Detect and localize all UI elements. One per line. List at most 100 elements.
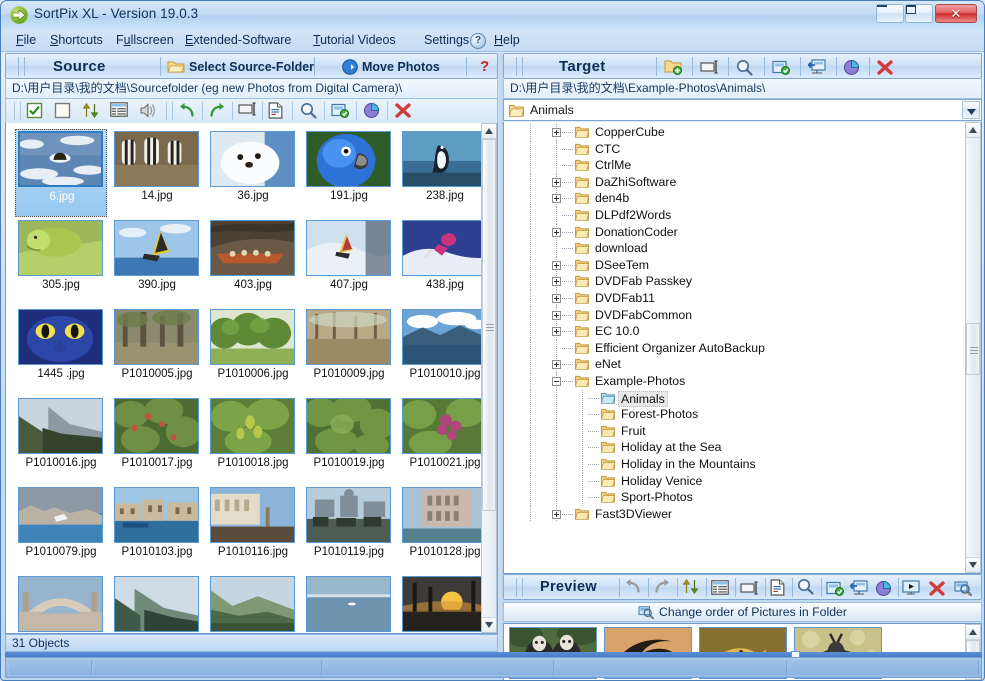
search-icon[interactable] (300, 102, 320, 121)
source-thumbnail-grid[interactable]: 6.jpg 14.jpg 36.jpg 191.jpg 238.jpg 305.… (6, 123, 497, 633)
thumbnail-item[interactable]: 407.jpg (303, 218, 395, 306)
tree-item-label[interactable]: download (592, 241, 651, 255)
change-order-icon[interactable] (954, 580, 974, 599)
search-icon[interactable] (736, 59, 756, 78)
chevron-down-icon[interactable] (962, 101, 980, 119)
expand-icon[interactable] (552, 509, 561, 519)
tree-item-label[interactable]: den4b (592, 191, 632, 205)
new-folder-icon[interactable] (664, 58, 684, 77)
rename-icon[interactable] (740, 581, 760, 600)
redo-icon[interactable] (653, 578, 673, 597)
tree-item-label[interactable]: DSeeTem (592, 258, 652, 272)
delete-icon[interactable] (394, 102, 414, 121)
tree-item[interactable]: den4b (504, 190, 981, 207)
close-button[interactable]: ✕ (935, 4, 977, 23)
tree-item-label[interactable]: EC 10.0 (592, 324, 642, 338)
thumbnail-item[interactable]: P1010009.jpg (303, 307, 395, 395)
pie-stats-icon[interactable] (843, 59, 863, 78)
tree-item-label[interactable]: Fast3DViewer (592, 507, 675, 521)
change-order-bar[interactable]: Change order of Pictures in Folder (503, 602, 982, 622)
slideshow-sound-icon[interactable] (139, 102, 159, 121)
scroll-down-arrow[interactable] (966, 557, 980, 572)
tree-item[interactable]: DVDFab11 (504, 290, 981, 307)
menu-file[interactable]: File (9, 31, 43, 49)
delete-icon[interactable] (928, 580, 948, 599)
tree-item[interactable]: Holiday Venice (504, 472, 981, 490)
tree-item-label[interactable]: eNet (592, 357, 624, 371)
thumbnail-item[interactable]: P1010005.jpg (111, 307, 203, 395)
copy-to-icon[interactable] (826, 580, 846, 599)
expand-icon[interactable] (552, 360, 561, 370)
thumbnail-item[interactable]: 238.jpg (399, 129, 491, 217)
help-circle-icon[interactable]: ? (470, 33, 486, 49)
tree-item[interactable]: Forest-Photos (504, 406, 981, 423)
tree-item-label[interactable]: CtrlMe (592, 158, 634, 172)
tree-item[interactable]: CtrlMe (504, 157, 981, 174)
tree-item-label[interactable]: CTC (592, 142, 623, 156)
thumbnail-item[interactable]: 403.jpg (207, 218, 299, 306)
scroll-up-arrow[interactable] (482, 124, 496, 139)
expand-icon[interactable] (552, 294, 561, 303)
select-source-folder-button[interactable]: Select Source-Folder (189, 58, 314, 76)
menu-help[interactable]: Help (487, 31, 527, 49)
tree-item-label[interactable]: CopperCube (592, 125, 668, 139)
delete-icon[interactable] (876, 59, 896, 78)
thumbnail-item[interactable]: P1010103.jpg (111, 485, 203, 573)
thumbnail-item[interactable]: P1010019.jpg (303, 396, 395, 484)
thumbnail-item[interactable]: P1010006.jpg (207, 307, 299, 395)
expand-icon[interactable] (552, 327, 561, 337)
tree-item-label[interactable]: Forest-Photos (618, 407, 701, 421)
menu-extended-software[interactable]: Extended-Software (178, 31, 298, 49)
thumbnail-item[interactable]: P1010018.jpg (207, 396, 299, 484)
thumbnail-item[interactable]: P1010017.jpg (111, 396, 203, 484)
tree-item[interactable]: download (504, 240, 981, 257)
thumbnail-item[interactable]: 305.jpg (15, 218, 107, 306)
tree-item-label[interactable]: Efficient Organizer AutoBackup (592, 341, 768, 355)
thumbnail-item[interactable] (303, 574, 395, 633)
thumbnail-item[interactable]: 1445 .jpg (15, 307, 107, 395)
expand-icon[interactable] (552, 128, 561, 137)
expand-icon[interactable] (552, 277, 561, 287)
tree-item[interactable]: Holiday in the Mountains (504, 456, 981, 473)
undo-icon[interactable] (624, 578, 644, 597)
expand-icon[interactable] (552, 177, 561, 187)
expand-icon[interactable] (552, 310, 561, 320)
tree-item[interactable]: Sport-Photos (504, 489, 981, 506)
tree-item-label[interactable]: DLPdf2Words (592, 208, 674, 222)
thumbnail-item[interactable] (207, 574, 299, 633)
thumbnail-item[interactable]: 390.jpg (111, 218, 203, 306)
tree-item[interactable]: CTC (504, 140, 981, 158)
thumbnail-item[interactable]: 36.jpg (207, 129, 299, 217)
details-view-icon[interactable] (110, 102, 130, 121)
tree-item[interactable]: Holiday at the Sea (504, 439, 981, 456)
tree-item-label[interactable]: Holiday at the Sea (618, 440, 725, 454)
thumbnail-item[interactable]: P1010079.jpg (15, 485, 107, 573)
tree-item[interactable]: Example-Photos (504, 373, 981, 390)
select-all-checkbox-icon[interactable] (26, 102, 46, 121)
move-photos-icon[interactable] (342, 59, 362, 78)
expand-icon[interactable] (552, 227, 561, 237)
deselect-all-icon[interactable] (54, 102, 74, 121)
copy-to-icon[interactable] (772, 59, 792, 78)
thumbnail-item[interactable] (399, 574, 491, 633)
menu-tutorial-videos[interactable]: Tutorial Videos (306, 31, 403, 49)
tree-item[interactable]: CopperCube (504, 124, 981, 141)
menu-settings[interactable]: Settings (417, 31, 476, 49)
thumbnail-item[interactable]: P1010010.jpg (399, 307, 491, 395)
thumbnail-item[interactable]: 6.jpg (15, 129, 107, 217)
thumbnail-item[interactable]: 14.jpg (111, 129, 203, 217)
tree-item-label[interactable]: Holiday in the Mountains (618, 457, 759, 471)
thumbnail-item[interactable]: P1010021.jpg (399, 396, 491, 484)
redo-icon[interactable] (208, 102, 228, 121)
tree-item-label[interactable]: DaZhiSoftware (592, 175, 679, 189)
tree-item-label[interactable]: DVDFab11 (592, 291, 658, 305)
move-back-icon[interactable] (807, 59, 828, 78)
pie-stats-icon[interactable] (363, 102, 383, 121)
tree-item[interactable]: Efficient Organizer AutoBackup (504, 339, 981, 357)
tree-item-label[interactable]: Holiday Venice (618, 474, 705, 488)
menu-fullscreen[interactable]: Fullscreen (109, 31, 181, 49)
thumbnail-item[interactable]: P1010016.jpg (15, 396, 107, 484)
tree-item[interactable]: DonationCoder (504, 223, 981, 241)
minimize-button[interactable] (876, 4, 904, 23)
copy-to-icon[interactable] (331, 102, 351, 121)
